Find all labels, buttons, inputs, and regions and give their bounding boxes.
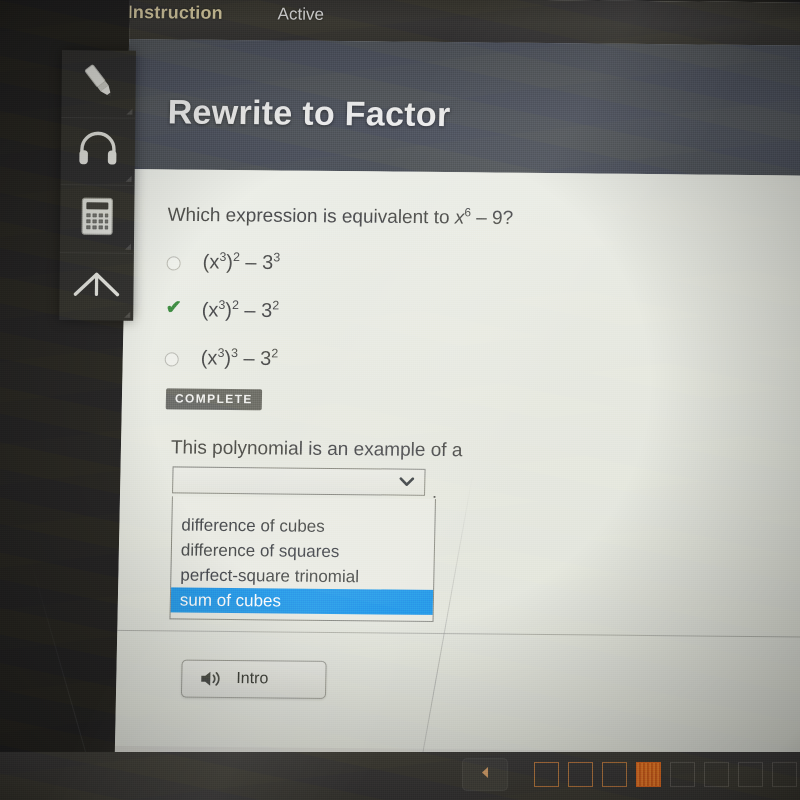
sidebar-item-collapse[interactable] [59,252,134,320]
checkmark-icon: ✔ [165,297,182,319]
answer-option-1[interactable]: (x3)2 – 33 [166,249,280,275]
select-value [173,480,399,482]
dropdown-option-difference-of-squares[interactable]: difference of squares [172,537,434,565]
progress-step-6[interactable] [704,762,729,787]
answer-option-3-label: (x3)3 – 32 [200,345,279,371]
answer-option-2[interactable]: ✔ (x3)2 – 32 [165,297,280,323]
tab-instruction[interactable]: Instruction [127,2,223,24]
sidebar-item-highlighter[interactable] [61,50,136,119]
lesson-content-panel: Which expression is equivalent to x6 – 9… [114,168,800,800]
radio-icon[interactable] [164,352,179,367]
dropdown-option-perfect-square-trinomial[interactable]: perfect-square trinomial [171,562,433,590]
screen-surface: Instruction Active Rewrite to Factor Whi… [113,0,800,800]
progress-step-5[interactable] [670,762,695,787]
headphones-icon [77,130,119,171]
page-title: Rewrite to Factor [167,93,451,135]
tab-active[interactable]: Active [277,4,324,24]
polynomial-type-select[interactable] [172,466,426,496]
polynomial-prompt-text: This polynomial is an example of a [170,437,463,462]
question-text: Which expression is equivalent to x6 – 9… [167,203,513,230]
dropdown-option-sum-of-cubes[interactable]: sum of cubes [170,587,434,615]
progress-bar [0,752,800,800]
question-prefix: Which expression is equivalent to [167,204,456,229]
speaker-icon [198,669,223,689]
sidebar-item-calculator[interactable] [59,184,135,254]
progress-step-3[interactable] [602,762,627,787]
question-variable: x [454,207,465,229]
tool-sidebar [59,50,136,321]
chevron-down-icon[interactable] [399,475,415,490]
dropdown-option-difference-of-cubes[interactable]: difference of cubes [172,512,434,540]
progress-step-8[interactable] [772,762,797,787]
corner-mark [124,311,131,318]
progress-step-1[interactable] [534,762,559,787]
progress-step-2[interactable] [568,762,593,787]
answer-option-3[interactable]: (x3)3 – 32 [164,345,278,371]
progress-step-7[interactable] [738,762,763,787]
radio-icon[interactable] [166,256,181,271]
corner-mark [126,108,133,115]
photo-of-screen: Instruction Active Rewrite to Factor Whi… [0,0,800,800]
intro-audio-button[interactable]: Intro [180,659,327,699]
corner-mark [124,243,131,250]
title-banner: Rewrite to Factor [126,38,800,176]
play-left-icon [478,765,492,785]
section-divider [117,629,800,638]
calculator-icon [79,195,115,242]
intro-button-label: Intro [236,670,269,688]
polynomial-type-dropdown-list[interactable]: difference of cubes difference of square… [169,496,436,622]
answer-option-1-label: (x3)2 – 33 [202,249,281,275]
sidebar-item-headphones[interactable] [60,117,136,186]
answer-option-2-label: (x3)2 – 32 [201,297,280,323]
corner-mark [125,175,132,182]
question-suffix: – 9? [470,207,514,230]
highlighter-icon [77,60,119,107]
dropdown-bottom-padding [171,612,433,621]
collapse-up-icon [71,267,121,307]
previous-button[interactable] [462,758,508,791]
status-badge: COMPLETE [165,388,263,411]
progress-step-4[interactable] [636,762,661,787]
